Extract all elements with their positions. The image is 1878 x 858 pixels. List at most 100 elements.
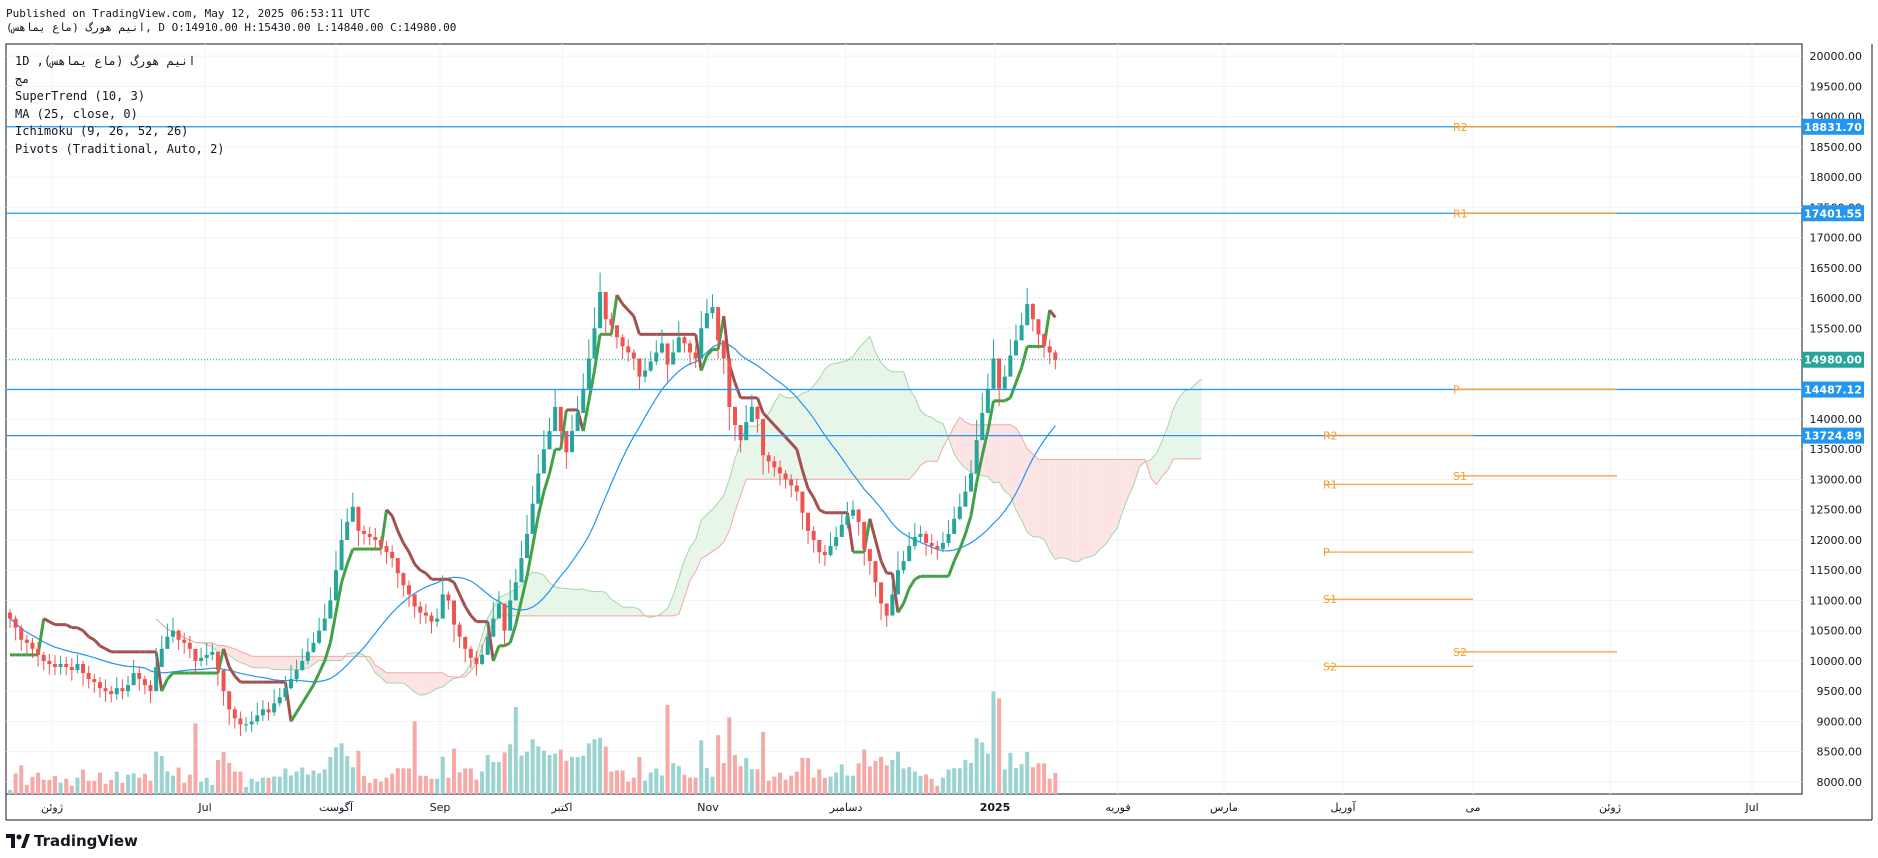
- candle-body: [637, 358, 642, 377]
- candle-body: [41, 654, 46, 661]
- cloud-segment: [847, 356, 853, 480]
- supertrend-segment: [1008, 382, 1018, 399]
- x-tick-label: می: [1465, 801, 1480, 814]
- volume-bar: [834, 772, 839, 794]
- cloud-segment: [1049, 459, 1056, 560]
- candle-body: [333, 570, 338, 601]
- volume-bar: [463, 768, 468, 794]
- volume-bar: [154, 751, 159, 794]
- candle-body: [963, 491, 968, 507]
- pivot-label: R2: [1453, 121, 1468, 134]
- candle-body: [1002, 376, 1007, 389]
- volume-bar: [221, 751, 226, 794]
- candle-body: [929, 542, 934, 547]
- volume-bar: [272, 776, 277, 794]
- volume-bar: [350, 767, 355, 794]
- volume-bar: [614, 770, 619, 794]
- supertrend-segment: [312, 672, 321, 686]
- volume-bar: [120, 782, 125, 794]
- cloud-segment: [600, 591, 606, 616]
- legend-moving-average[interactable]: MA (25, close, 0): [15, 106, 225, 124]
- volume-bar: [148, 780, 153, 794]
- volume-bar: [199, 781, 204, 794]
- volume-bar: [58, 782, 63, 794]
- x-tick-label: مارس: [1210, 801, 1238, 814]
- legend-pivots[interactable]: Pivots (Traditional, Auto, 2): [15, 141, 225, 159]
- chart-canvas[interactable]: 20000.0019500.0019000.0018500.0018000.00…: [0, 0, 1878, 858]
- supertrend-segment: [413, 563, 422, 572]
- volume-bar: [395, 768, 400, 794]
- candle-body: [704, 313, 709, 329]
- supertrend-segment: [914, 574, 922, 581]
- volume-bar: [957, 768, 962, 794]
- candle-body: [777, 467, 782, 474]
- candle-body: [974, 440, 979, 474]
- volume-bar: [390, 773, 395, 794]
- candle-body: [255, 715, 260, 722]
- candle-body: [19, 627, 24, 640]
- supertrend-segment: [503, 641, 511, 648]
- supertrend-segment: [390, 515, 400, 532]
- volume-bar: [631, 777, 636, 794]
- x-tick-label: Jul: [1744, 801, 1758, 814]
- volume-bar: [81, 769, 86, 794]
- supertrend-segment: [452, 581, 461, 596]
- pivot-label: P: [1323, 546, 1330, 559]
- legend-symbol[interactable]: 1D ,(ماع یماهس) انیم هورگ: [15, 53, 225, 71]
- level-price-label: 14487.12: [1804, 384, 1862, 397]
- volume-bar: [794, 771, 799, 794]
- level-price-label: 18831.70: [1804, 121, 1862, 134]
- candle-body: [895, 570, 900, 595]
- volume-bar: [643, 780, 648, 794]
- legend-supertrend[interactable]: SuperTrend (10, 3): [15, 88, 225, 106]
- cloud-segment: [813, 378, 820, 480]
- cloud-segment: [701, 514, 707, 559]
- cloud-segment: [875, 352, 882, 480]
- candle-body: [137, 673, 142, 680]
- volume-bar: [103, 783, 108, 794]
- volume-bar: [997, 698, 1002, 794]
- legend-ichimoku[interactable]: Ichimoku (9, 26, 52, 26): [15, 123, 225, 141]
- candle-body: [952, 518, 957, 534]
- volume-bar: [884, 765, 889, 794]
- volume-bar: [401, 768, 406, 794]
- candle-body: [991, 358, 996, 389]
- candle-body: [721, 340, 726, 359]
- candle-body: [839, 524, 844, 537]
- volume-bar: [193, 723, 198, 794]
- y-tick-label: 9000.00: [1817, 715, 1863, 728]
- candle-body: [463, 636, 468, 649]
- candle-body: [131, 673, 136, 686]
- candle-body: [440, 594, 445, 619]
- candle-body: [170, 630, 175, 637]
- volume-bar: [828, 776, 833, 794]
- volume-bar: [676, 766, 681, 794]
- candle-body: [575, 412, 580, 432]
- candle-body: [811, 530, 816, 540]
- cloud-segment: [931, 417, 938, 462]
- y-tick-label: 8500.00: [1817, 746, 1863, 759]
- candle-body: [570, 431, 574, 453]
- volume-bar: [300, 767, 305, 794]
- volume-bar: [232, 771, 237, 794]
- cloud-segment: [959, 417, 966, 469]
- supertrend-segment: [385, 508, 394, 517]
- volume-bar: [991, 691, 996, 794]
- supertrend-segment: [104, 647, 112, 654]
- volume-bar: [137, 777, 142, 794]
- candle-body: [356, 506, 361, 531]
- supertrend-segment: [424, 572, 433, 581]
- y-tick-label: 12500.00: [1810, 504, 1863, 517]
- tradingview-logo[interactable]: TradingView: [6, 832, 138, 850]
- volume-bar: [603, 746, 608, 794]
- volume-bar: [721, 763, 726, 794]
- tradingview-logo-icon: [6, 834, 30, 848]
- volume-bar: [924, 774, 929, 794]
- candle-body: [238, 718, 243, 725]
- cloud-segment: [291, 656, 297, 670]
- supertrend-segment: [65, 623, 73, 629]
- volume-bar: [609, 771, 614, 794]
- volume-bar: [429, 778, 434, 794]
- candle-body: [92, 679, 97, 683]
- cloud-segment: [712, 502, 719, 552]
